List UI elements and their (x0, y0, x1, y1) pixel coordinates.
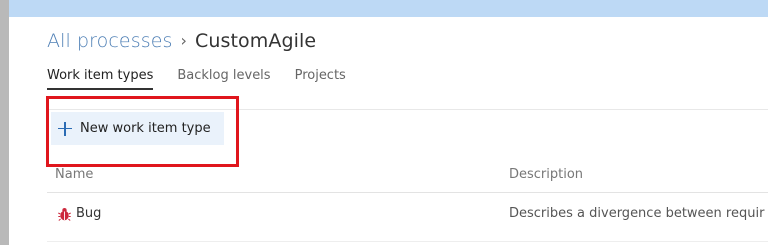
bug-icon (58, 208, 71, 221)
new-work-item-type-label: New work item type (80, 121, 211, 136)
new-work-item-type-button[interactable]: New work item type (51, 112, 224, 145)
row-description: Describes a divergence between requir (509, 206, 765, 221)
process-page: All processes › CustomAgile Work item ty… (9, 17, 768, 245)
tab-bar: Work item types Backlog levels Projects (47, 66, 370, 94)
tab-backlog-levels[interactable]: Backlog levels (177, 66, 270, 90)
column-header-name[interactable]: Name (55, 167, 93, 182)
tab-work-item-types[interactable]: Work item types (47, 66, 154, 90)
table-header: Name Description (47, 165, 768, 193)
plus-icon (58, 121, 72, 136)
breadcrumb-separator: › (180, 30, 187, 50)
left-rail (0, 0, 9, 245)
breadcrumb-all-processes[interactable]: All processes (47, 30, 173, 52)
top-banner (9, 0, 768, 17)
breadcrumb-current: CustomAgile (195, 30, 317, 52)
row-name-bug[interactable]: Bug (76, 206, 101, 221)
table-row[interactable]: Bug Describes a divergence between requi… (47, 193, 768, 242)
tab-projects[interactable]: Projects (295, 66, 346, 90)
toolbar-divider (47, 109, 768, 110)
breadcrumb: All processes › CustomAgile (47, 30, 316, 52)
column-header-description[interactable]: Description (509, 167, 583, 182)
